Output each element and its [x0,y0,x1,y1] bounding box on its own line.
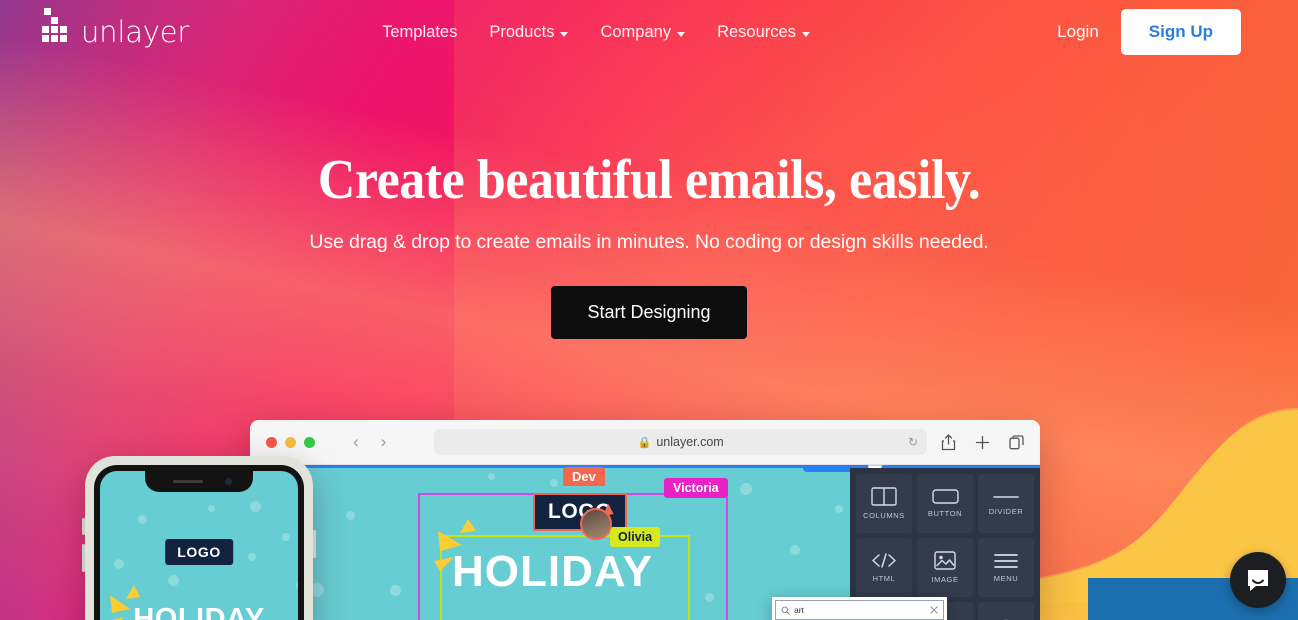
close-window-button[interactable] [266,436,277,448]
template-search-row[interactable] [775,600,944,620]
phone-volume-down-button [82,544,85,572]
primary-nav: Templates Products Company Resources [382,23,810,42]
collaborator-label-dev: Dev [563,467,605,486]
decorative-bubble [114,559,124,569]
phone-front-camera [225,478,232,485]
nav-actions: Login Sign Up [1057,9,1241,55]
copy-tabs-icon[interactable] [1009,434,1024,450]
tool-timer[interactable] [978,602,1034,620]
chat-launcher-button[interactable] [1230,552,1286,608]
nav-item-products-label: Products [489,22,555,41]
back-button-icon[interactable]: ‹ [353,432,359,452]
tool-html[interactable]: HTML [856,538,912,597]
divider-icon [993,495,1019,498]
chevron-down-icon [801,31,810,37]
login-link[interactable]: Login [1057,22,1099,42]
phone-speaker [173,480,203,483]
phone-logo-block: LOGO [165,539,233,565]
address-bar-url: unlayer.com [656,435,724,449]
template-search-input[interactable] [794,605,926,615]
unlayer-pixel-logo-icon [42,8,72,49]
collaborator-label-olivia: Olivia [610,527,661,547]
maximize-window-button[interactable] [304,436,315,448]
code-icon [872,553,896,568]
top-navigation-bar: unlayer Templates Products Company Resou… [0,0,1298,64]
nav-item-resources-label: Resources [717,22,796,41]
tool-image[interactable]: IMAGE [917,538,973,597]
share-icon[interactable] [941,433,956,451]
decorative-bubble [168,575,179,586]
tool-divider[interactable]: DIVIDER [978,474,1034,533]
email-editor: William Dev LOGO Victoria Olivia HOLIDAY [250,465,1040,620]
tool-columns-label: COLUMNS [863,511,905,520]
template-browser-flyout [772,597,947,620]
decorative-bubble [835,505,843,513]
tool-html-label: HTML [872,574,896,583]
tool-divider-label: DIVIDER [988,506,1024,516]
decorative-bubble [282,533,290,541]
signup-button[interactable]: Sign Up [1120,9,1241,55]
tool-image-label: IMAGE [931,575,959,584]
page-title: Create beautiful emails, easily. [317,149,981,211]
phone-mockup: LOGO HOLIDAY [82,456,316,620]
tool-columns[interactable]: COLUMNS [856,474,912,533]
nav-item-resources[interactable]: Resources [717,23,810,42]
address-bar-content: 🔒 unlayer.com [638,435,724,449]
columns-icon [871,487,897,506]
brand-logo[interactable]: unlayer [42,8,190,49]
nav-item-products[interactable]: Products [489,22,569,42]
decorative-bubble [346,511,355,520]
browser-mockup: ‹ › 🔒 unlayer.com ↻ Dev LOGO Victoria Ol… [250,420,1040,620]
address-bar[interactable]: 🔒 unlayer.com ↻ [434,429,927,455]
phone-volume-up-button [82,518,85,535]
tool-menu[interactable]: MENU [978,538,1034,597]
phone-screen: LOGO HOLIDAY [94,465,304,620]
nav-item-templates-label: Templates [382,22,458,41]
button-icon [931,489,959,504]
decorative-bubble [138,515,147,524]
hero-subtitle: Use drag & drop to create emails in minu… [309,230,989,253]
decorative-bubble [296,581,298,590]
decorative-bubble [740,483,752,495]
search-icon [781,606,790,615]
phone-power-button [313,530,316,558]
decorative-bubble [208,505,215,512]
intercom-chat-icon [1248,570,1268,591]
browser-nav-buttons: ‹ › [353,432,386,452]
clear-x-icon[interactable] [930,606,938,614]
decorative-bubble [250,501,261,512]
tool-button[interactable]: BUTTON [917,474,973,533]
forward-button-icon[interactable]: › [381,432,387,452]
decorative-bubble [390,585,401,596]
hero-section: Create beautiful emails, easily. Use dra… [0,149,1298,339]
product-screenshot: ‹ › 🔒 unlayer.com ↻ Dev LOGO Victoria Ol… [0,408,1298,620]
plus-icon[interactable] [975,435,990,450]
lock-icon: 🔒 [637,436,652,449]
traffic-light-buttons [266,436,315,448]
chevron-down-icon [677,31,686,37]
decorative-bubble [248,553,256,561]
canvas-headline[interactable]: HOLIDAY [452,547,653,597]
brand-name: unlayer [81,15,190,49]
browser-toolbar-icons [941,433,1024,451]
decorative-bubble [488,473,495,480]
decorative-bubble [790,545,800,555]
collaborator-label-victoria: Victoria [664,478,728,498]
nav-item-company[interactable]: Company [600,22,686,42]
start-designing-button[interactable]: Start Designing [551,285,747,339]
nav-item-templates[interactable]: Templates [382,23,457,42]
chevron-down-icon [560,31,569,37]
browser-chrome-bar: ‹ › 🔒 unlayer.com ↻ [250,420,1040,465]
image-icon [934,551,956,570]
phone-headline: HOLIDAY [133,603,265,620]
tool-button-label: BUTTON [927,509,963,518]
avatar-olivia [580,508,612,540]
nav-item-company-label: Company [600,22,672,41]
decorative-bubble [550,479,558,487]
minimize-window-button[interactable] [285,436,296,448]
reload-icon[interactable]: ↻ [908,435,918,449]
phone-notch [145,471,253,492]
tool-menu-label: MENU [993,573,1019,583]
menu-icon [994,553,1018,568]
